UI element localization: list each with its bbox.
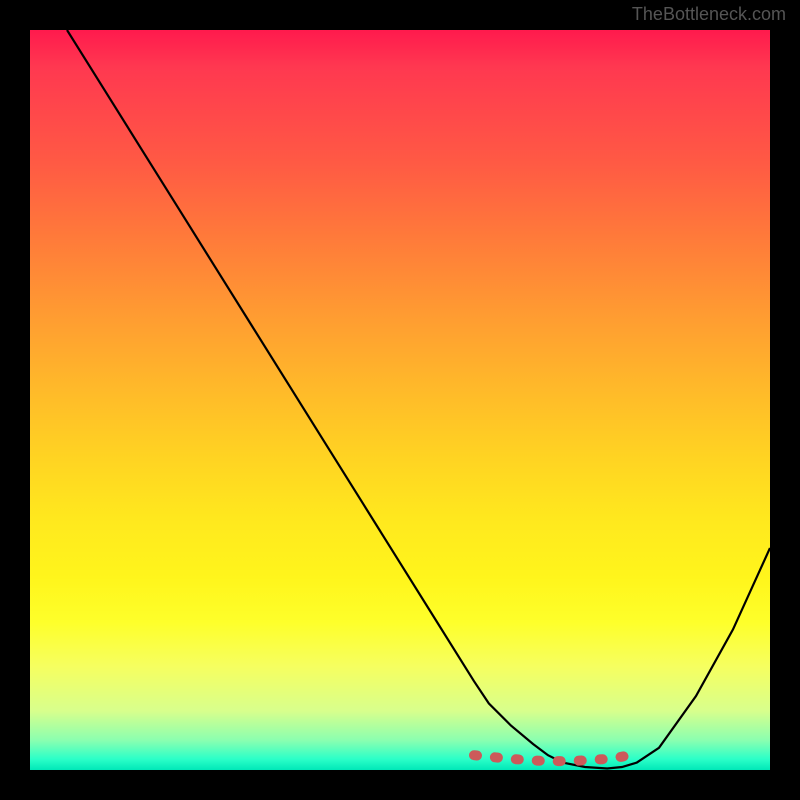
dotted-segment: [474, 754, 637, 761]
watermark-label: TheBottleneck.com: [632, 4, 786, 25]
chart-plot-area: [30, 30, 770, 770]
chart-svg: [30, 30, 770, 770]
curve-line: [67, 30, 770, 769]
